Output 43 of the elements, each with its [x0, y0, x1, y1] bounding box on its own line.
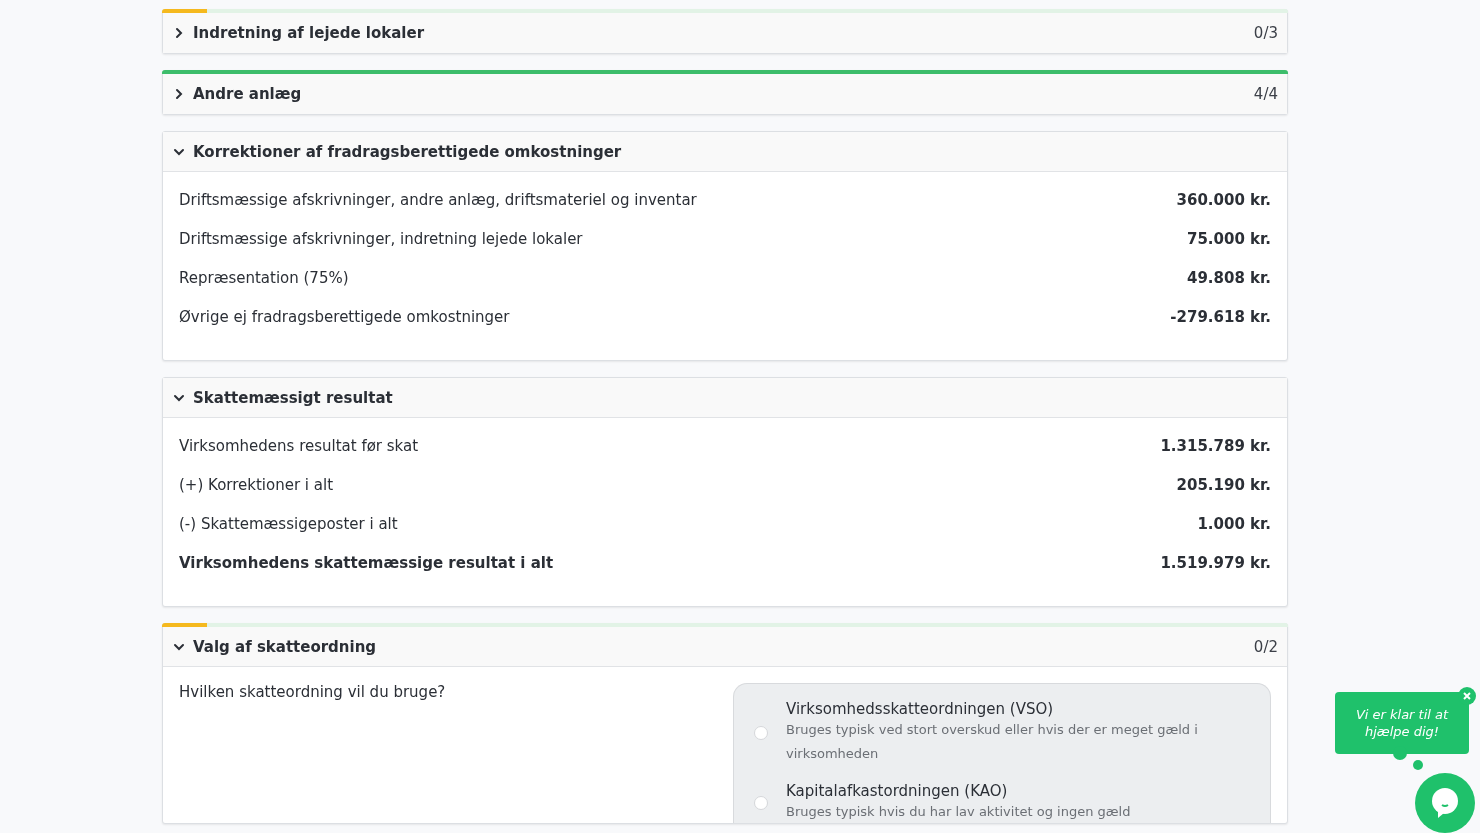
close-icon: [1463, 692, 1471, 700]
chat-icon: [1432, 788, 1458, 818]
row-label: Virksomhedens skattemæssige resultat i alt: [179, 553, 554, 572]
section-title: Korrektioner af fradragsberettigede omkostninger: [193, 142, 623, 161]
row-label: Repræsentation (75%): [179, 268, 349, 287]
row-label: Driftsmæssige afskrivninger, indretning lejede lokaler: [179, 229, 583, 248]
row-label: Øvrige ej fradragsberettigede omkostninger: [179, 307, 510, 326]
section-title: Andre anlæg: [193, 85, 303, 103]
section-header[interactable]: Skattemæssigt resultat: [163, 378, 1287, 418]
section-title: Valg af skatteordning: [193, 637, 378, 656]
chat-message: Vi er klar til at hjælpe dig!: [1354, 706, 1450, 740]
radio-button[interactable]: [754, 796, 768, 810]
section-header[interactable]: Andre anlæg 4/4: [163, 74, 1287, 114]
row-label: (-) Skattemæssigeposter i alt: [179, 514, 398, 533]
row-label: Virksomhedens resultat før skat: [179, 436, 419, 455]
option-label: Virksomhedsskatteordningen (VSO): [786, 700, 1055, 718]
progress-count: 0/3: [1253, 24, 1278, 42]
row-amount: 1.000 kr.: [1197, 514, 1271, 533]
row-amount: 360.000 kr.: [1176, 190, 1271, 209]
progress-count: 0/2: [1253, 637, 1278, 656]
section-header[interactable]: Indretning af lejede lokaler 0/3: [163, 13, 1287, 53]
row-amount: 1.519.979 kr.: [1160, 553, 1271, 572]
bubble-dot: [1413, 760, 1423, 770]
section-header[interactable]: Korrektioner af fradragsberettigede omkostninger: [163, 132, 1287, 172]
section-title: Skattemæssigt resultat: [193, 388, 394, 407]
option-description: Bruges typisk ved stort overskud eller hvis der er meget gæld i virksomheden: [786, 721, 1199, 763]
chat-button[interactable]: [1415, 773, 1475, 833]
chevron-icon: [173, 88, 185, 100]
row-amount: 205.190 kr.: [1176, 475, 1271, 494]
question-text: Hvilken skatteordning vil du bruge?: [179, 683, 447, 703]
progress-count: 4/4: [1253, 85, 1278, 103]
row-amount: -279.618 kr.: [1170, 307, 1271, 326]
row-label: Driftsmæssige afskrivninger, andre anlæg, driftsmateriel og inventar: [179, 190, 697, 209]
section-title: Indretning af lejede lokaler: [193, 24, 426, 42]
option-label: Kapitalafkastordningen (KAO): [786, 782, 1009, 800]
row-label: (+) Korrektioner i alt: [179, 475, 334, 494]
radio-button[interactable]: [754, 726, 768, 740]
row-amount: 49.808 kr.: [1186, 268, 1271, 287]
section-header[interactable]: Valg af skatteordning 0/2: [163, 627, 1287, 667]
row-amount: 75.000 kr.: [1186, 229, 1271, 248]
row-amount: 1.315.789 kr.: [1160, 436, 1271, 455]
chevron-icon: [173, 27, 185, 39]
option-description: Bruges typisk hvis du har lav aktivitet og ingen gæld: [786, 803, 1131, 821]
